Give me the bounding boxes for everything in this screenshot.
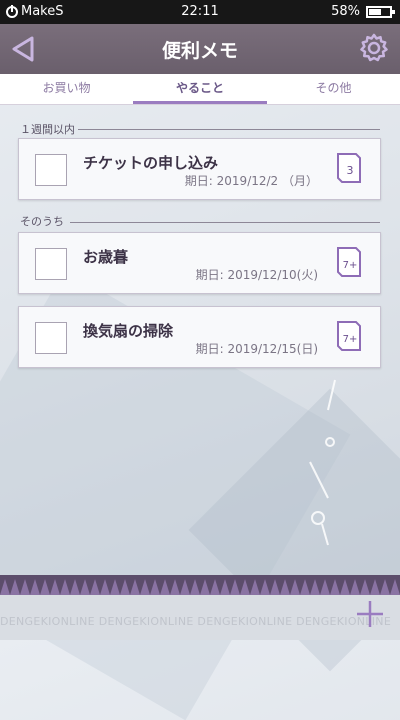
item-checkbox[interactable] [35, 248, 67, 280]
item-checkbox[interactable] [35, 322, 67, 354]
tab-other[interactable]: その他 [267, 74, 400, 104]
watermark-text: DENGEKIONLINE DENGEKIONLINE DENGEKIONLIN… [0, 615, 392, 628]
app-header: 便利メモ [0, 24, 400, 74]
footer-band [0, 575, 400, 640]
gear-icon[interactable] [358, 32, 390, 64]
calendar-badge: 7+ [343, 260, 358, 271]
item-title: チケットの申し込み [83, 154, 219, 172]
calendar-icon: 3 [337, 153, 361, 183]
item-due-date: 期日: 2019/12/10(火) [195, 268, 318, 282]
calendar-badge: 7+ [343, 334, 358, 345]
page-title: 便利メモ [161, 40, 238, 62]
plus-icon[interactable] [354, 598, 386, 630]
calendar-badge: 3 [347, 164, 354, 177]
todo-item[interactable]: お歳暮 期日: 2019/12/10(火) 7+ [18, 232, 381, 294]
todo-item[interactable]: チケットの申し込み 期日: 2019/12/2 （月） 3 [18, 138, 381, 200]
tab-todo[interactable]: やること [133, 74, 267, 104]
battery-percent: 58% [331, 4, 360, 19]
item-title: 換気扇の掃除 [83, 322, 174, 340]
section-divider [70, 222, 380, 223]
footer-pattern [0, 575, 400, 595]
tab-shopping[interactable]: お買い物 [0, 74, 133, 104]
calendar-icon: 7+ [337, 247, 361, 277]
tab-bar: お買い物 やること その他 [0, 74, 400, 105]
item-checkbox[interactable] [35, 154, 67, 186]
item-due-date: 期日: 2019/12/15(日) [195, 342, 318, 356]
item-due-date: 期日: 2019/12/2 （月） [184, 174, 318, 188]
calendar-icon: 7+ [337, 321, 361, 351]
todo-item[interactable]: 換気扇の掃除 期日: 2019/12/15(日) 7+ [18, 306, 381, 368]
section-divider [78, 129, 380, 130]
battery-indicator: 58% [331, 4, 395, 19]
section-label-within-week: １週間以内 [20, 123, 75, 136]
item-title: お歳暮 [83, 248, 129, 266]
status-bar: MakeS 22:11 58% [0, 0, 400, 24]
decorative-lines [309, 379, 336, 546]
section-label-someday: そのうち [20, 215, 64, 228]
battery-icon [366, 5, 395, 18]
